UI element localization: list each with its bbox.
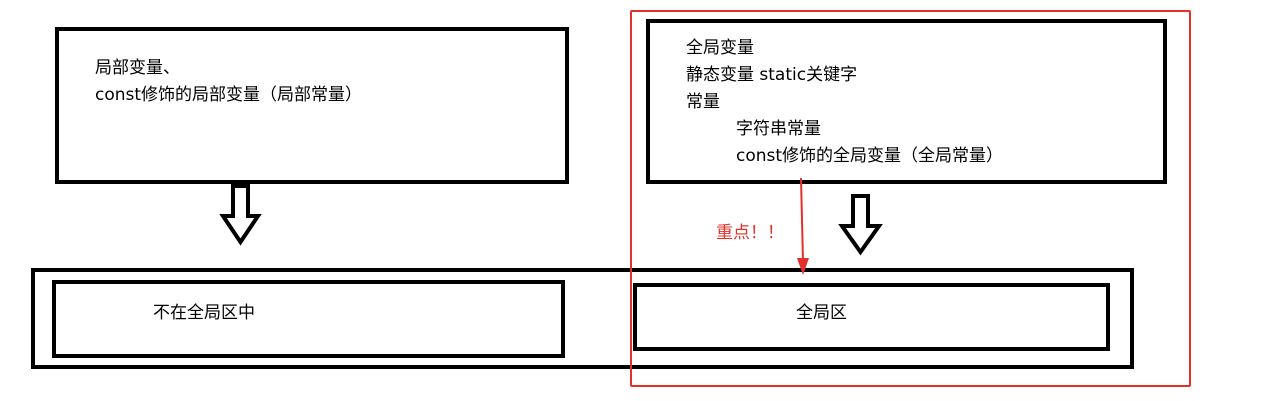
red-pointer-arrowhead-icon [797,258,809,275]
left-down-arrow-icon [219,184,262,246]
right-down-arrow-icon [838,194,883,256]
arrows-layer [219,177,883,275]
red-pointer-line [800,177,804,263]
